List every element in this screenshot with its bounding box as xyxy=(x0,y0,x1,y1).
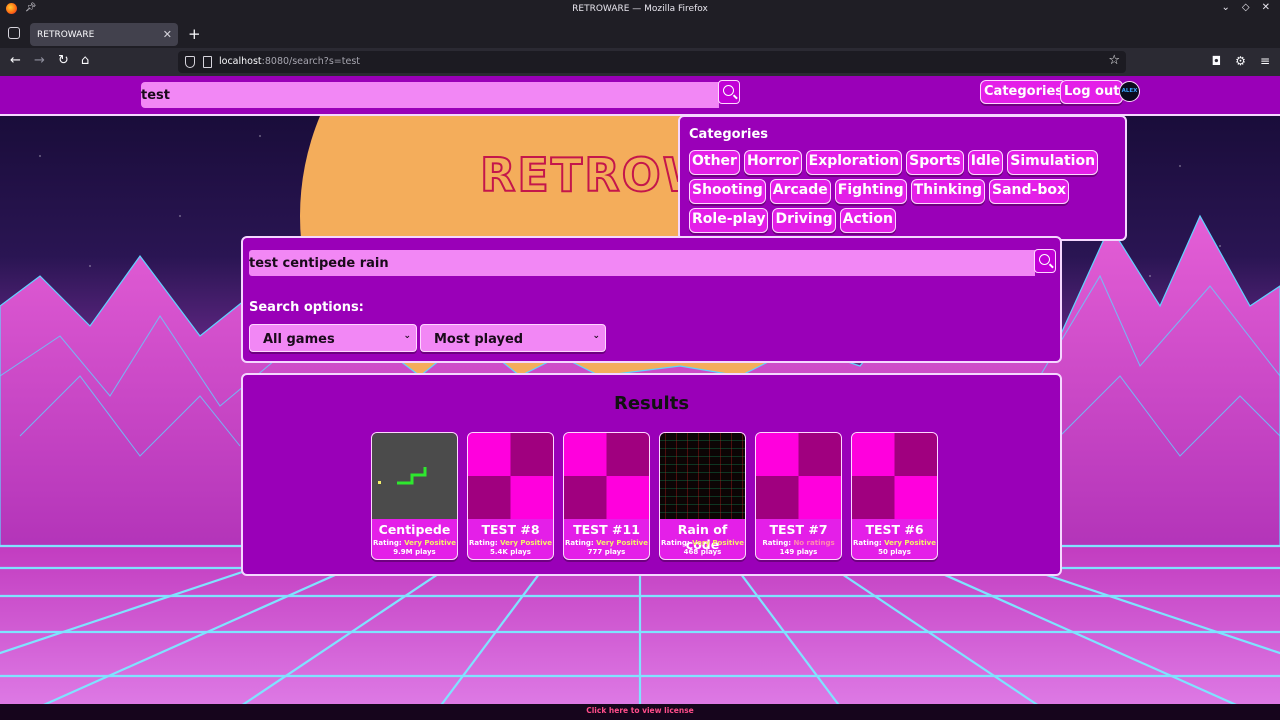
categories-dropdown: Categories Other Horror Exploration Spor… xyxy=(678,115,1127,241)
bookmark-star-icon[interactable]: ☆ xyxy=(1108,53,1120,68)
category-row: Role-play Driving Action xyxy=(689,208,896,233)
game-title: TEST #11 xyxy=(573,522,640,537)
chevron-down-icon: ⌄ xyxy=(403,331,411,341)
tab-bar: RETROWARE ✕ + xyxy=(0,20,1280,48)
back-arrow-icon[interactable]: ← xyxy=(10,54,21,68)
search-icon xyxy=(1039,254,1050,265)
close-window-icon[interactable]: ✕ xyxy=(1262,2,1270,13)
results-grid: Centipede Rating: Very Positive 9.9M pla… xyxy=(371,432,938,560)
category-chip[interactable]: Fighting xyxy=(834,179,907,204)
category-chip[interactable]: Role-play xyxy=(689,208,769,233)
logout-button[interactable]: Log out xyxy=(1060,80,1124,104)
category-row: Shooting Arcade Fighting Thinking Sand-b… xyxy=(689,179,1070,204)
search-button[interactable] xyxy=(1034,249,1056,273)
tab-close-icon[interactable]: ✕ xyxy=(163,28,172,41)
tab-title: RETROWARE xyxy=(37,30,95,40)
game-plays: 50 plays xyxy=(878,548,911,556)
game-thumbnail xyxy=(852,433,937,519)
url-bar[interactable]: localhost:8080/search?s=test ☆ xyxy=(178,51,1126,73)
game-card[interactable]: TEST #6 Rating: Very Positive 50 plays xyxy=(851,432,938,560)
new-tab-icon[interactable]: + xyxy=(188,25,201,43)
results-panel: Results Centipede Rating: Very Positive … xyxy=(241,373,1062,576)
game-rating: Rating: Very Positive xyxy=(469,539,552,547)
window-titlebar: 📌︎ RETROWARE — Mozilla Firefox ⌄ ◇ ✕ xyxy=(0,0,1280,20)
tab-retroware[interactable]: RETROWARE ✕ xyxy=(30,23,178,46)
game-plays: 149 plays xyxy=(779,548,818,556)
page-info-icon[interactable] xyxy=(203,56,212,68)
category-chip[interactable]: Shooting xyxy=(689,179,766,204)
game-rating: Rating: Very Positive xyxy=(661,539,744,547)
search-options-label: Search options: xyxy=(249,300,364,315)
navigation-bar: ← → ↻ ⌂ localhost:8080/search?s=test ☆ ◘… xyxy=(0,48,1280,76)
extensions-icon[interactable]: ⚙ xyxy=(1235,54,1246,68)
game-plays: 777 plays xyxy=(587,548,626,556)
category-chip[interactable]: Action xyxy=(839,208,896,233)
tab-list-icon[interactable] xyxy=(8,27,20,39)
home-icon[interactable]: ⌂ xyxy=(81,54,89,68)
window-title: RETROWARE — Mozilla Firefox xyxy=(572,4,708,14)
game-filter-select[interactable]: All games ⌄ xyxy=(249,324,417,352)
avatar[interactable]: ALEX xyxy=(1119,81,1140,102)
header-search-button[interactable] xyxy=(718,80,740,104)
category-chip[interactable]: Other xyxy=(689,150,740,175)
categories-button[interactable]: Categories xyxy=(980,80,1068,104)
game-card[interactable]: TEST #7 Rating: No ratings 149 plays xyxy=(755,432,842,560)
forward-arrow-icon[interactable]: → xyxy=(34,54,45,68)
menu-icon[interactable]: ≡ xyxy=(1260,54,1270,68)
category-chip[interactable]: Horror xyxy=(743,150,802,175)
search-icon xyxy=(723,85,734,96)
license-link[interactable]: Click here to view license xyxy=(0,706,1280,715)
maximize-icon[interactable]: ◇ xyxy=(1242,2,1250,13)
pocket-icon[interactable]: ◘ xyxy=(1212,54,1222,68)
site-footer: Click here to view license xyxy=(0,704,1280,720)
game-plays: 468 plays xyxy=(683,548,722,556)
page-viewport: RETROWA Categories Log out ALEX Categori… xyxy=(0,76,1280,720)
game-rating: Rating: Very Positive xyxy=(373,539,456,547)
shield-icon[interactable] xyxy=(185,56,195,68)
game-card[interactable]: Rain of code Rating: Very Positive 468 p… xyxy=(659,432,746,560)
reload-icon[interactable]: ↻ xyxy=(58,54,69,68)
category-chip[interactable]: Sand-box xyxy=(989,179,1070,204)
url-text[interactable]: localhost:8080/search?s=test xyxy=(219,56,360,67)
results-title: Results xyxy=(613,393,690,414)
game-title: TEST #8 xyxy=(481,522,540,537)
game-plays: 9.9M plays xyxy=(393,548,436,556)
game-card[interactable]: TEST #8 Rating: Very Positive 5.4K plays xyxy=(467,432,554,560)
sort-value: Most played xyxy=(434,332,524,347)
game-title: TEST #6 xyxy=(865,522,924,537)
game-rating: Rating: Very Positive xyxy=(565,539,648,547)
game-card[interactable]: TEST #11 Rating: Very Positive 777 plays xyxy=(563,432,650,560)
category-chip[interactable]: Exploration xyxy=(805,150,903,175)
game-thumbnail xyxy=(468,433,553,519)
site-header: Categories Log out ALEX xyxy=(0,76,1280,116)
game-thumbnail xyxy=(564,433,649,519)
game-title: TEST #7 xyxy=(769,522,828,537)
search-input[interactable] xyxy=(249,250,1035,276)
game-rating: Rating: No ratings xyxy=(762,539,835,547)
sort-select[interactable]: Most played ⌄ xyxy=(420,324,606,352)
snake-thumbnail-art xyxy=(378,467,427,485)
game-thumbnail xyxy=(756,433,841,519)
search-panel: Search options: All games ⌄ Most played … xyxy=(241,236,1062,363)
game-plays: 5.4K plays xyxy=(490,548,531,556)
category-row: Other Horror Exploration Sports Idle Sim… xyxy=(689,150,1099,175)
game-rating: Rating: Very Positive xyxy=(853,539,936,547)
game-thumbnail xyxy=(372,433,457,519)
category-chip[interactable]: Idle xyxy=(967,150,1004,175)
game-filter-value: All games xyxy=(263,332,335,347)
header-search-input[interactable] xyxy=(141,82,719,108)
game-thumbnail xyxy=(660,433,745,519)
category-chip[interactable]: Simulation xyxy=(1007,150,1099,175)
minimize-icon[interactable]: ⌄ xyxy=(1222,2,1230,13)
game-card[interactable]: Centipede Rating: Very Positive 9.9M pla… xyxy=(371,432,458,560)
category-chip[interactable]: Driving xyxy=(772,208,836,233)
game-title: Centipede xyxy=(378,522,451,537)
category-chip[interactable]: Thinking xyxy=(910,179,986,204)
chevron-down-icon: ⌄ xyxy=(592,331,600,341)
categories-title: Categories xyxy=(689,127,769,142)
category-chip[interactable]: Sports xyxy=(906,150,964,175)
category-chip[interactable]: Arcade xyxy=(769,179,831,204)
